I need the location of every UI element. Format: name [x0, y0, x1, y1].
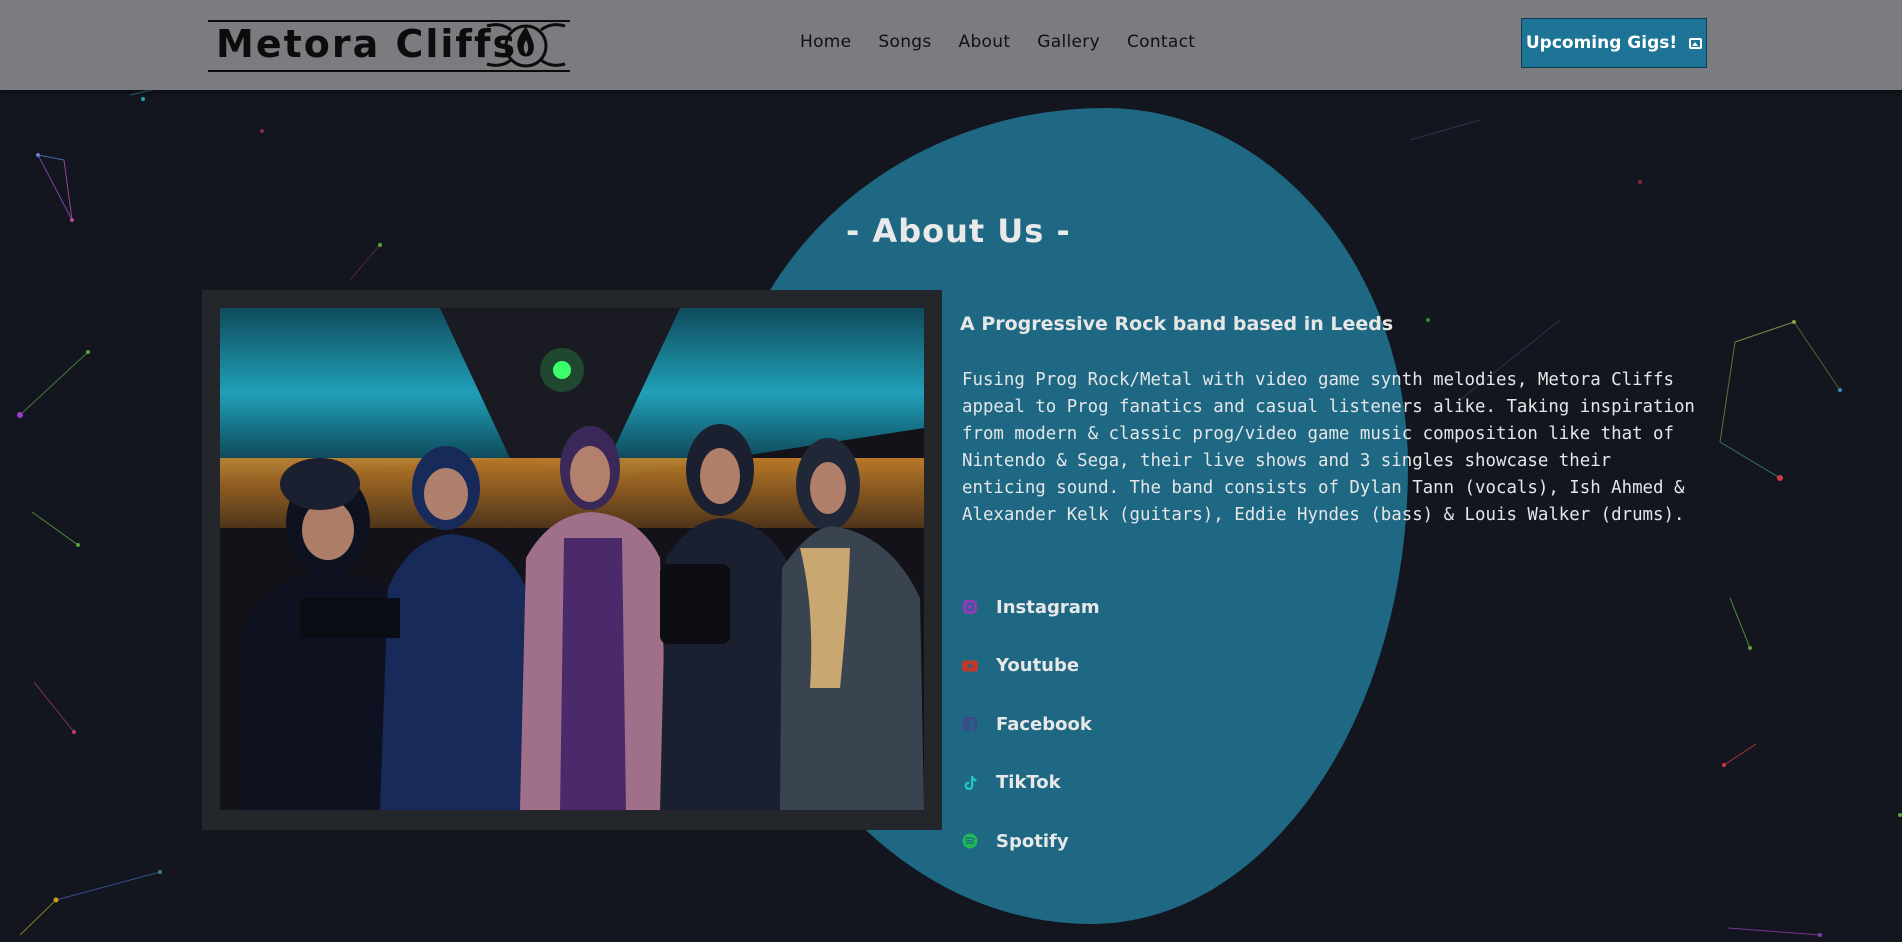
- social-link-youtube[interactable]: Youtube: [962, 637, 1100, 696]
- social-label-instagram: Instagram: [996, 596, 1100, 618]
- nav-songs[interactable]: Songs: [878, 32, 931, 52]
- youtube-icon: [962, 660, 978, 672]
- band-photo-illustration: [220, 308, 924, 810]
- site-header: Metora Cliffs Home Songs About Gallery C…: [0, 0, 1902, 90]
- main-nav: Home Songs About Gallery Contact: [800, 32, 1222, 52]
- social-link-tiktok[interactable]: TikTok: [962, 754, 1100, 813]
- about-title: - About Us -: [846, 212, 1071, 250]
- band-photo-frame: [202, 290, 942, 830]
- social-links: Instagram Youtube Facebook TikTok Spotif…: [962, 578, 1100, 871]
- instagram-icon: [963, 600, 977, 615]
- nav-home[interactable]: Home: [800, 32, 851, 52]
- spotify-icon: [962, 833, 978, 849]
- about-subtitle: A Progressive Rock band based in Leeds: [960, 313, 1394, 335]
- nav-contact[interactable]: Contact: [1127, 32, 1195, 52]
- social-link-instagram[interactable]: Instagram: [962, 578, 1100, 637]
- facebook-icon: [963, 717, 977, 732]
- social-label-spotify: Spotify: [996, 830, 1069, 852]
- flame-emblem-icon: [486, 23, 566, 68]
- social-link-facebook[interactable]: Facebook: [962, 695, 1100, 754]
- upcoming-gigs-button[interactable]: Upcoming Gigs!: [1521, 18, 1707, 68]
- social-link-spotify[interactable]: Spotify: [962, 812, 1100, 871]
- about-description: Fusing Prog Rock/Metal with video game s…: [962, 370, 1695, 525]
- band-photo: [220, 308, 924, 810]
- image-icon: [1689, 37, 1703, 49]
- logo[interactable]: Metora Cliffs: [208, 16, 570, 74]
- logo-text: Metora Cliffs: [216, 22, 518, 66]
- tiktok-icon: [964, 775, 977, 790]
- social-label-facebook: Facebook: [996, 713, 1092, 735]
- nav-gallery[interactable]: Gallery: [1037, 32, 1100, 52]
- social-label-tiktok: TikTok: [996, 772, 1061, 794]
- upcoming-gigs-label: Upcoming Gigs!: [1525, 33, 1678, 53]
- social-label-youtube: Youtube: [996, 655, 1080, 677]
- nav-about[interactable]: About: [959, 32, 1011, 52]
